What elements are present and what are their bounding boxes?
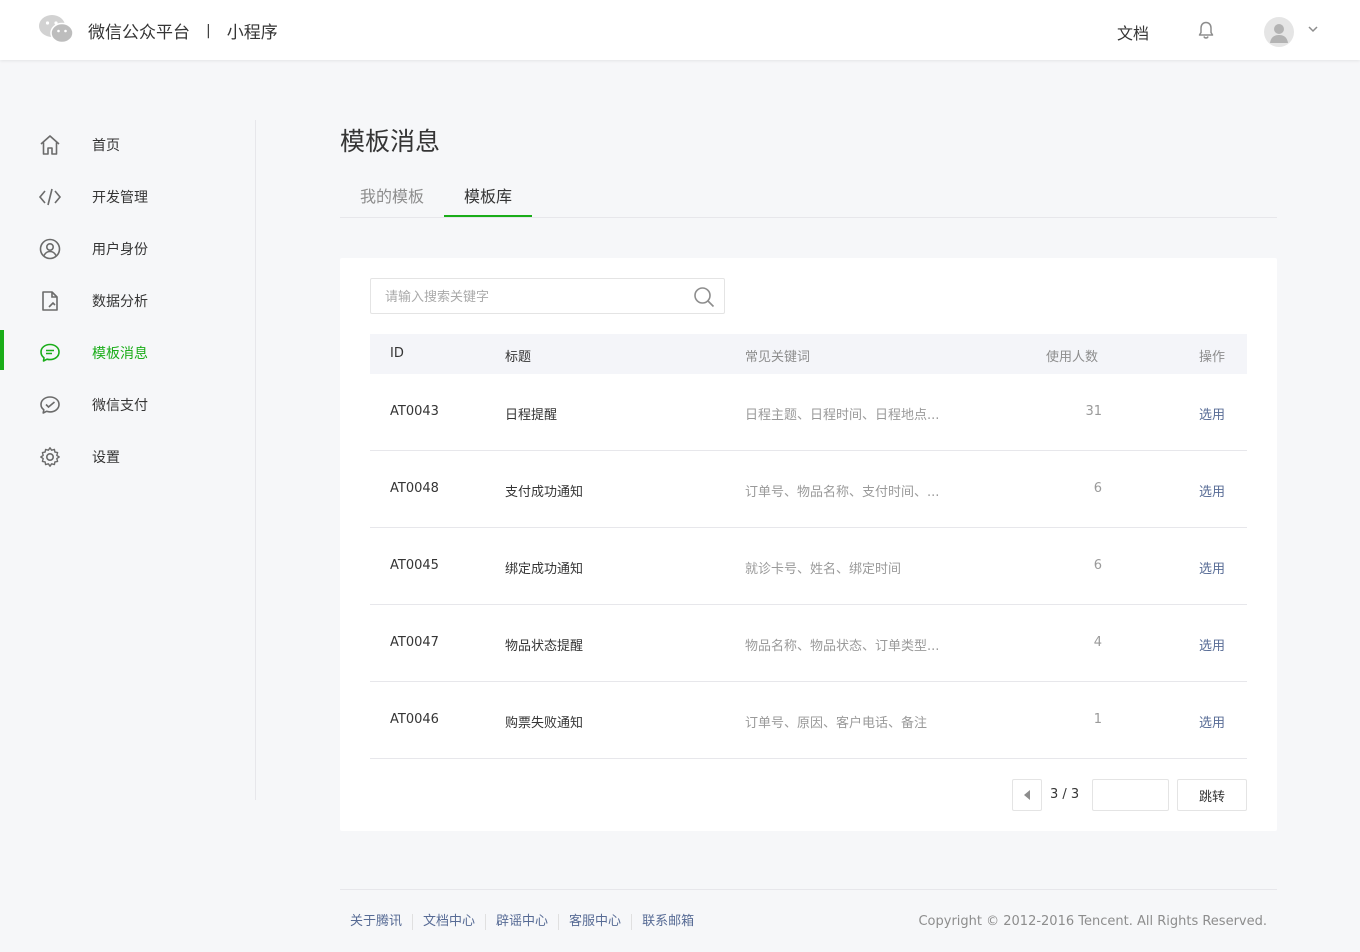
- footer-link-service-center[interactable]: 客服中心: [558, 914, 631, 930]
- page-jump-input[interactable]: [1092, 779, 1169, 811]
- home-icon: [40, 135, 60, 155]
- row-usage-count: 1: [1093, 712, 1102, 727]
- sidebar-item-wechat-pay[interactable]: 微信支付: [0, 382, 256, 426]
- table-row: AT0047 物品状态提醒 物品名称、物品状态、订单类型... 4 选用: [370, 605, 1247, 682]
- row-keywords: 物品名称、物品状态、订单类型...: [745, 639, 940, 654]
- tab-bar: 我的模板 模板库: [340, 176, 1277, 218]
- sidebar-item-label: 数据分析: [92, 294, 148, 310]
- table-row: AT0046 购票失败通知 订单号、原因、客户电话、备注 1 选用: [370, 682, 1247, 759]
- top-header: 微信公众平台 | 小程序 文档: [0, 0, 1360, 60]
- row-usage-count: 4: [1093, 635, 1102, 650]
- sidebar-item-dev-management[interactable]: 开发管理: [0, 174, 256, 218]
- table-header: ID 标题 常见关键词 使用人数 操作: [370, 334, 1247, 374]
- table-row: AT0043 日程提醒 日程主题、日程时间、日程地点... 31 选用: [370, 374, 1247, 451]
- footer-link-rumor-center[interactable]: 辟谣中心: [485, 914, 558, 930]
- table-row: AT0045 绑定成功通知 就诊卡号、姓名、绑定时间 6 选用: [370, 528, 1247, 605]
- footer-link-about-tencent[interactable]: 关于腾讯: [350, 914, 412, 930]
- row-keywords: 就诊卡号、姓名、绑定时间: [745, 562, 902, 577]
- row-title: 购票失败通知: [505, 716, 584, 731]
- table-row: AT0048 支付成功通知 订单号、物品名称、支付时间、... 6 选用: [370, 451, 1247, 528]
- template-library-panel: ID 标题 常见关键词 使用人数 操作 AT0043 日程提醒 日程主题、日程时…: [340, 258, 1277, 831]
- gear-icon: [40, 447, 60, 467]
- page-title: 模板消息: [340, 127, 441, 156]
- column-header-action: 操作: [1199, 350, 1226, 365]
- sidebar-item-user-identity[interactable]: 用户身份: [0, 226, 256, 270]
- row-keywords: 订单号、物品名称、支付时间、...: [745, 485, 940, 500]
- select-template-button[interactable]: 选用: [1199, 404, 1225, 423]
- row-keywords: 日程主题、日程时间、日程地点...: [745, 408, 940, 423]
- column-header-title: 标题: [505, 350, 532, 365]
- select-template-button[interactable]: 选用: [1199, 481, 1225, 500]
- caret-left-icon: [1024, 790, 1030, 800]
- select-template-button[interactable]: 选用: [1199, 558, 1225, 577]
- row-id: AT0046: [390, 712, 439, 727]
- product-name: 小程序: [226, 23, 278, 43]
- search-box: [370, 278, 725, 314]
- wechat-logo-icon: [39, 15, 74, 44]
- copyright: Copyright © 2012-2016 Tencent. All Right…: [918, 914, 1267, 929]
- wechat-pay-icon: [40, 396, 60, 414]
- row-title: 支付成功通知: [505, 485, 584, 500]
- page-indicator: 3 / 3: [1050, 787, 1080, 802]
- sidebar-item-label: 开发管理: [92, 190, 148, 206]
- row-title: 物品状态提醒: [505, 639, 584, 654]
- select-template-button[interactable]: 选用: [1199, 712, 1225, 731]
- user-circle-icon: [39, 238, 61, 260]
- footer-link-contact-email[interactable]: 联系邮箱: [631, 914, 704, 930]
- brand-name: 微信公众平台: [88, 23, 190, 43]
- brand-separator: |: [206, 22, 211, 39]
- user-avatar-icon: [1270, 24, 1288, 43]
- search-icon[interactable]: [693, 286, 715, 308]
- footer-links: 关于腾讯 文档中心 辟谣中心 客服中心 联系邮箱: [350, 914, 704, 930]
- doc-link[interactable]: 文档: [1117, 20, 1149, 44]
- row-id: AT0047: [390, 635, 439, 650]
- sidebar-item-settings[interactable]: 设置: [0, 434, 256, 478]
- tab-template-library[interactable]: 模板库: [444, 176, 532, 217]
- column-header-usage-count: 使用人数: [1046, 350, 1099, 365]
- page-jump-button[interactable]: 跳转: [1177, 779, 1247, 811]
- sidebar-item-template-message[interactable]: 模板消息: [0, 330, 256, 374]
- tab-my-templates[interactable]: 我的模板: [340, 176, 444, 218]
- row-keywords: 订单号、原因、客户电话、备注: [745, 716, 928, 731]
- chevron-down-icon[interactable]: [1306, 22, 1320, 36]
- sidebar-item-label: 设置: [92, 450, 120, 466]
- brand-title: 微信公众平台 | 小程序: [88, 18, 278, 44]
- code-icon: [38, 188, 62, 206]
- column-header-keywords: 常见关键词: [745, 350, 811, 365]
- row-title: 绑定成功通知: [505, 562, 584, 577]
- sidebar: 首页 开发管理 用户身份 数据分析 模板消息 微信支付 设置: [0, 120, 256, 800]
- row-usage-count: 6: [1093, 481, 1102, 496]
- row-usage-count: 31: [1085, 404, 1102, 419]
- row-title: 日程提醒: [505, 408, 558, 423]
- document-chart-icon: [42, 291, 58, 311]
- message-icon: [40, 343, 60, 362]
- prev-page-button[interactable]: [1012, 779, 1042, 811]
- row-id: AT0043: [390, 404, 439, 419]
- select-template-button[interactable]: 选用: [1199, 635, 1225, 654]
- sidebar-item-label: 首页: [92, 138, 120, 154]
- row-usage-count: 6: [1093, 558, 1102, 573]
- sidebar-item-label: 模板消息: [92, 346, 148, 362]
- row-id: AT0048: [390, 481, 439, 496]
- bell-icon[interactable]: [1196, 20, 1216, 40]
- footer-link-doc-center[interactable]: 文档中心: [412, 914, 485, 930]
- sidebar-item-label: 用户身份: [92, 242, 148, 258]
- sidebar-item-home[interactable]: 首页: [0, 122, 256, 166]
- column-header-id: ID: [390, 346, 404, 361]
- search-input[interactable]: [385, 287, 675, 307]
- sidebar-item-label: 微信支付: [92, 398, 148, 414]
- sidebar-item-data-analysis[interactable]: 数据分析: [0, 278, 256, 322]
- avatar[interactable]: [1264, 17, 1294, 47]
- footer: 关于腾讯 文档中心 辟谣中心 客服中心 联系邮箱 Copyright © 201…: [340, 889, 1277, 952]
- row-id: AT0045: [390, 558, 439, 573]
